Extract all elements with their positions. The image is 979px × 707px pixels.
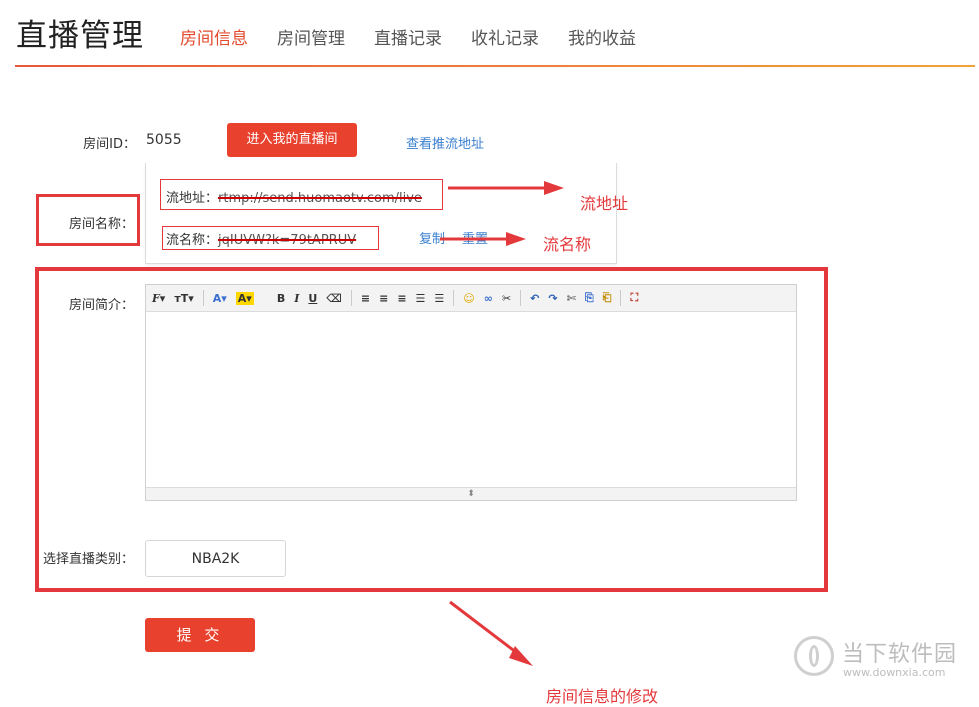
unlink-icon[interactable]: ✂ [502,292,511,305]
arrow-head-stream-name [506,232,526,246]
stream-name-row: 流名称：jqIUVW?k=79tAPRUV [166,229,356,248]
view-push-url-link[interactable]: 查看推流地址 [406,133,484,152]
redo-icon[interactable]: ↷ [548,292,557,305]
tab-room-info[interactable]: 房间信息 [180,24,248,49]
italic-icon[interactable]: I [294,292,299,305]
arrow-head-stream-address [544,181,564,195]
highlight-color-icon[interactable]: A▾ [235,291,254,305]
cut-icon[interactable]: ✄ [567,292,576,305]
underline-icon[interactable]: U [308,292,317,305]
toolbar-separator [453,290,455,306]
arrow-room-info [449,600,522,658]
stream-address-value: rtmp://send.huomaotv.com/live [218,191,422,206]
tab-room-management[interactable]: 房间管理 [277,24,345,49]
font-family-icon[interactable]: F▾ [152,292,165,305]
page-title: 直播管理 [16,18,144,54]
room-name-label: 房间名称： [68,217,134,232]
room-intro-editor: F▾ тT▾ A▾ A▾ B I U ⌫ ≡ ≡ ≡ ☰ ☰ ☺ ∞ ✂ ↶ ↷… [145,284,797,501]
editor-content-area[interactable] [146,312,796,488]
copy-icon[interactable]: ⎘ [585,291,594,305]
stream-name-label: 流名称： [166,233,219,248]
paste-icon[interactable]: ⎗ [603,291,612,305]
emoticon-icon[interactable]: ☺ [463,292,474,305]
unordered-list-icon[interactable]: ☰ [434,292,444,305]
font-size-icon[interactable]: тT▾ [174,292,193,305]
toolbar-separator [620,290,622,306]
enter-my-room-button[interactable]: 进入我的直播间 [227,123,357,157]
resize-handle-icon[interactable]: ⬍ [146,487,796,500]
ordered-list-icon[interactable]: ☰ [416,292,426,305]
room-id-label: 房间ID： [83,137,136,152]
tab-live-records[interactable]: 直播记录 [374,24,442,49]
toolbar-separator [350,290,352,306]
room-id-value: 5055 [146,132,182,148]
align-center-icon[interactable]: ≡ [379,292,388,305]
watermark-logo-icon [794,636,834,676]
align-right-icon[interactable]: ≡ [397,292,406,305]
submit-button[interactable]: 提 交 [145,618,255,652]
annotation-stream-name: 流名称 [543,235,592,254]
bold-icon[interactable]: B [277,292,285,305]
header-divider [15,65,975,67]
undo-icon[interactable]: ↶ [530,292,539,305]
link-icon[interactable]: ∞ [484,292,493,305]
editor-toolbar: F▾ тT▾ A▾ A▾ B I U ⌫ ≡ ≡ ≡ ☰ ☰ ☺ ∞ ✂ ↶ ↷… [146,285,796,312]
stream-name-value: jqIUVW?k=79tAPRUV [218,233,357,248]
eraser-icon[interactable]: ⌫ [326,292,342,305]
tab-my-earnings[interactable]: 我的收益 [568,24,636,49]
watermark-url: www.downxia.com [843,666,946,679]
stream-address-row: 流地址：rtmp://send.huomaotv.com/live [166,187,422,206]
category-label: 选择直播类别： [42,552,134,567]
top-nav: 房间信息 房间管理 直播记录 收礼记录 我的收益 [180,24,665,49]
toolbar-separator [202,290,204,306]
room-intro-label: 房间简介： [68,298,134,313]
stream-address-label: 流地址： [166,191,219,206]
tab-gift-records[interactable]: 收礼记录 [471,24,539,49]
fullscreen-icon[interactable]: ⛶ [630,291,638,305]
annotation-arrow-room-info [449,600,533,666]
category-select[interactable]: NBA2K [145,540,286,577]
font-color-icon[interactable]: A▾ [213,292,227,305]
annotation-room-info-edit: 房间信息的修改 [546,687,659,706]
toolbar-separator [520,290,522,306]
align-left-icon[interactable]: ≡ [361,292,370,305]
annotation-stream-address: 流地址 [580,194,629,213]
watermark-name: 当下软件园 [842,642,958,667]
